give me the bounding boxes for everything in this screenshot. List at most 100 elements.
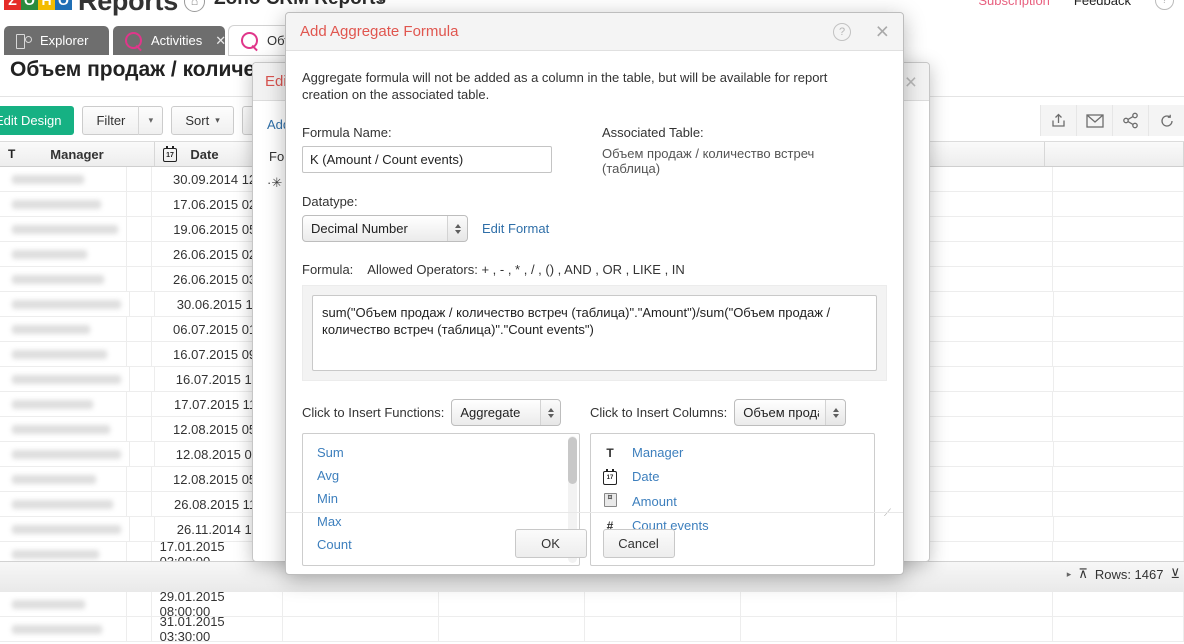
edit-design-button[interactable]: Edit Design: [0, 106, 74, 135]
cell-manager-pad[interactable]: [130, 292, 155, 316]
cell-empty[interactable]: [1054, 442, 1184, 466]
cell-manager[interactable]: [0, 242, 127, 266]
datatype-select[interactable]: Decimal Number: [302, 215, 468, 242]
cell-manager-pad[interactable]: [127, 317, 152, 341]
cell-empty[interactable]: [439, 617, 585, 641]
cell-empty[interactable]: [741, 592, 897, 616]
cell-manager[interactable]: [0, 517, 130, 541]
cell-empty[interactable]: [1053, 467, 1184, 491]
table-row[interactable]: 29.01.2015 08:00:00: [0, 592, 1184, 617]
function-list-item[interactable]: Avg: [303, 464, 579, 487]
cell-manager[interactable]: [0, 342, 127, 366]
feedback-link[interactable]: Feedback: [1074, 0, 1131, 8]
cell-empty[interactable]: [1054, 367, 1184, 391]
cell-empty[interactable]: [1053, 617, 1184, 641]
cell-empty[interactable]: [585, 617, 741, 641]
subscription-link[interactable]: Subscription: [978, 0, 1050, 8]
home-icon[interactable]: ⌂: [184, 0, 205, 12]
cell-manager[interactable]: [0, 442, 130, 466]
cell-manager[interactable]: [0, 267, 127, 291]
cell-manager[interactable]: [0, 467, 127, 491]
tab-activities[interactable]: Activities ✕: [113, 26, 225, 55]
email-icon[interactable]: [1076, 105, 1112, 136]
cell-manager-pad[interactable]: [127, 492, 152, 516]
chevron-down-icon[interactable]: ▾: [378, 0, 384, 7]
cell-manager-pad[interactable]: [127, 417, 152, 441]
cell-manager[interactable]: [0, 417, 127, 441]
cell-date[interactable]: 31.01.2015 03:30:00: [152, 617, 284, 641]
cell-manager[interactable]: [0, 392, 127, 416]
workspace-title[interactable]: Zoho CRM Reports: [214, 0, 386, 10]
cell-manager-pad[interactable]: [130, 517, 155, 541]
cell-empty[interactable]: [1053, 317, 1184, 341]
cell-manager[interactable]: [0, 317, 127, 341]
cell-manager[interactable]: [0, 292, 130, 316]
cell-manager[interactable]: [0, 192, 127, 216]
cell-empty[interactable]: [585, 592, 741, 616]
filter-button[interactable]: Filter: [82, 106, 139, 135]
help-icon[interactable]: ?: [1155, 0, 1174, 10]
cell-manager-pad[interactable]: [127, 467, 152, 491]
expand-icon[interactable]: ▸: [1067, 569, 1072, 580]
columns-table-select[interactable]: Объем продаж: [734, 399, 846, 426]
collapse-icon[interactable]: ⊼: [1078, 566, 1088, 582]
cell-manager-pad[interactable]: [127, 342, 152, 366]
cell-manager[interactable]: [0, 167, 127, 191]
cell-empty[interactable]: [439, 592, 585, 616]
cell-manager[interactable]: [0, 217, 127, 241]
cell-empty[interactable]: [1053, 267, 1184, 291]
formula-textarea[interactable]: sum("Объем продаж / количество встреч (т…: [312, 295, 877, 371]
function-list-item[interactable]: Sum: [303, 441, 579, 464]
tab-explorer[interactable]: Explorer: [4, 26, 109, 55]
cell-date[interactable]: 29.01.2015 08:00:00: [152, 592, 284, 616]
function-list-item[interactable]: Min: [303, 487, 579, 510]
edit-formula-close-icon[interactable]: ×: [905, 72, 917, 93]
help-icon[interactable]: ?: [833, 23, 851, 41]
cell-manager-pad[interactable]: [127, 267, 152, 291]
functions-category-select[interactable]: Aggregate: [451, 399, 561, 426]
cell-manager-pad[interactable]: [127, 592, 152, 616]
cell-empty[interactable]: [1053, 167, 1184, 191]
export-icon[interactable]: [1040, 105, 1076, 136]
cell-empty[interactable]: [741, 617, 897, 641]
cell-manager[interactable]: [0, 617, 127, 641]
ok-button[interactable]: OK: [515, 529, 587, 558]
cell-manager-pad[interactable]: [127, 392, 152, 416]
edit-format-link[interactable]: Edit Format: [482, 221, 549, 236]
cancel-button[interactable]: Cancel: [603, 529, 675, 558]
formula-name-input[interactable]: K (Amount / Count events): [302, 146, 552, 173]
cell-manager[interactable]: [0, 492, 127, 516]
cell-empty[interactable]: [283, 617, 439, 641]
cell-manager-pad[interactable]: [127, 167, 152, 191]
grid-column-header[interactable]: [1045, 142, 1184, 166]
cell-empty[interactable]: [1054, 517, 1184, 541]
sort-button[interactable]: Sort ▾: [171, 106, 233, 135]
cell-empty[interactable]: [897, 617, 1053, 641]
fx-icon[interactable]: ·✳: [267, 175, 282, 191]
cell-manager-pad[interactable]: [127, 617, 152, 641]
refresh-icon[interactable]: [1148, 105, 1184, 136]
cell-empty[interactable]: [1053, 392, 1184, 416]
cell-manager-pad[interactable]: [130, 367, 155, 391]
close-icon[interactable]: ×: [876, 20, 889, 43]
filter-dropdown-arrow[interactable]: ▾: [139, 106, 163, 135]
column-list-item[interactable]: 17Date: [591, 464, 874, 489]
cell-empty[interactable]: [1053, 492, 1184, 516]
table-row[interactable]: 31.01.2015 03:30:00: [0, 617, 1184, 642]
column-list-item[interactable]: TManager: [591, 441, 874, 464]
cell-manager[interactable]: [0, 367, 130, 391]
cell-empty[interactable]: [1054, 292, 1184, 316]
close-icon[interactable]: ✕: [215, 33, 226, 49]
grid-column-header[interactable]: TManager: [0, 142, 155, 166]
share-icon[interactable]: [1112, 105, 1148, 136]
cell-manager-pad[interactable]: [127, 217, 152, 241]
column-list-item[interactable]: Amount: [591, 489, 874, 514]
cell-manager-pad[interactable]: [127, 192, 152, 216]
scrollbar-thumb[interactable]: [568, 437, 577, 484]
resize-icon[interactable]: ⊻: [1170, 566, 1180, 582]
cell-empty[interactable]: [1053, 242, 1184, 266]
cell-manager-pad[interactable]: [127, 242, 152, 266]
cell-empty[interactable]: [897, 592, 1053, 616]
cell-manager[interactable]: [0, 592, 127, 616]
cell-empty[interactable]: [283, 592, 439, 616]
